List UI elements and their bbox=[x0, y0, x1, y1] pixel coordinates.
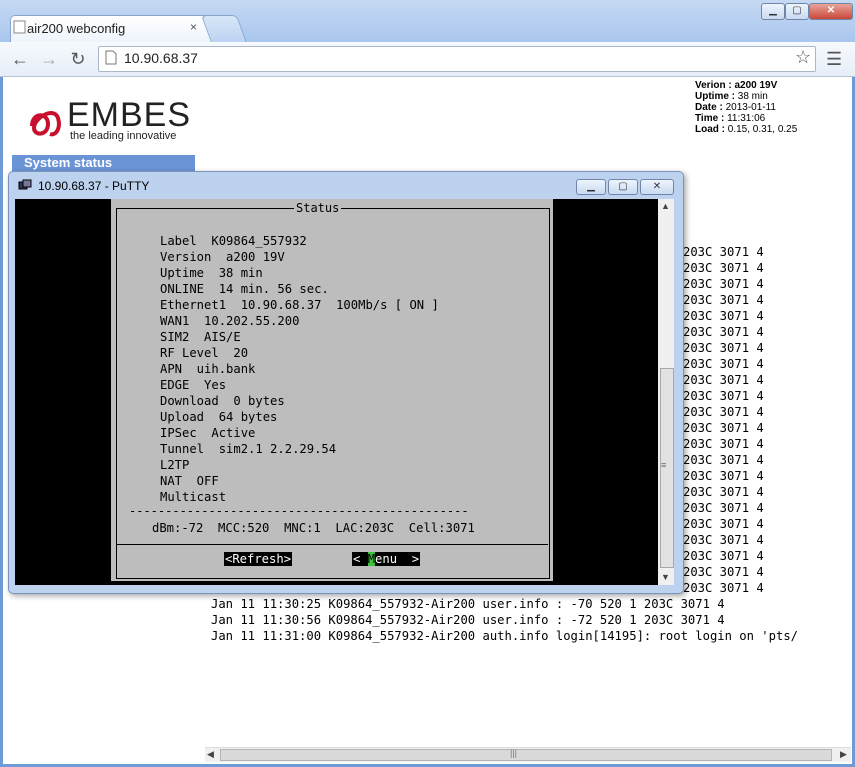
window-maximize-button[interactable]: ▢ bbox=[785, 3, 809, 20]
address-bar[interactable] bbox=[98, 46, 816, 72]
status-line: WAN1 10.202.55.200 bbox=[160, 314, 300, 328]
status-line: IPSec Active bbox=[160, 426, 256, 440]
status-line: Upload 64 bytes bbox=[160, 410, 278, 424]
status-line: Uptime 38 min bbox=[160, 266, 263, 280]
status-line: Version a200 19V bbox=[160, 250, 285, 264]
window-close-button[interactable]: ✕ bbox=[809, 3, 853, 20]
load-label: Load : bbox=[695, 124, 725, 135]
version-value: a200 19V bbox=[734, 80, 778, 91]
scroll-right-icon[interactable]: ▶ bbox=[840, 749, 847, 760]
status-list: Label K09864_557932 Version a200 19V Uptim… bbox=[160, 233, 439, 505]
load-value: 0.15, 0.31, 0.25 bbox=[727, 124, 798, 135]
tab-close-icon[interactable]: × bbox=[190, 20, 197, 34]
status-line: L2TP bbox=[160, 458, 190, 472]
window-minimize-button[interactable]: ▁ bbox=[761, 3, 785, 20]
date-value: 2013-01-11 bbox=[725, 102, 776, 113]
menu-hotkey: M bbox=[367, 552, 376, 566]
uptime-label: Uptime : bbox=[695, 91, 735, 102]
status-divider: ----------------------------------------… bbox=[129, 504, 469, 518]
status-line: Multicast bbox=[160, 490, 227, 504]
menu-button-suffix: enu > bbox=[375, 552, 420, 566]
version-label: Verion : bbox=[695, 80, 732, 91]
chrome-menu-icon[interactable]: ☰ bbox=[826, 49, 842, 70]
scroll-grip-icon: ||| bbox=[510, 748, 518, 758]
reload-icon[interactable]: ↻ bbox=[67, 48, 89, 70]
menu-button[interactable]: < Menu > bbox=[352, 552, 421, 566]
status-line: Ethernet1 10.90.68.37 100Mb/s [ ON ] bbox=[160, 298, 439, 312]
log-line: Jan 11 11:30:56 K09864_557932-Air200 use… bbox=[211, 613, 725, 627]
status-line: EDGE Yes bbox=[160, 378, 227, 392]
scroll-up-icon[interactable]: ▲ bbox=[661, 201, 670, 211]
cell-info: dBm:-72 MCC:520 MNC:1 LAC:203C Cell:3071 bbox=[152, 521, 475, 535]
putty-maximize-button[interactable]: ▢ bbox=[608, 179, 638, 195]
status-line: SIM2 AIS/E bbox=[160, 330, 241, 344]
logo-tagline: the leading innovative bbox=[70, 130, 177, 142]
status-line: Label K09864_557932 bbox=[160, 234, 307, 248]
scroll-left-icon[interactable]: ◀ bbox=[207, 749, 214, 760]
tab-title: air200 webconfig bbox=[27, 21, 126, 36]
status-dialog-title: Status bbox=[294, 201, 342, 215]
page-favicon-icon bbox=[13, 20, 26, 34]
status-line: APN uih.bank bbox=[160, 362, 256, 376]
status-line: Download 0 bytes bbox=[160, 394, 285, 408]
date-label: Date : bbox=[695, 102, 723, 113]
time-label: Time : bbox=[695, 113, 725, 124]
status-line: RF Level 20 bbox=[160, 346, 249, 360]
scroll-grip-icon: ≡ bbox=[661, 460, 667, 470]
log-line: Jan 11 11:30:25 K09864_557932-Air200 use… bbox=[211, 597, 725, 611]
url-text[interactable]: 10.90.68.37 bbox=[124, 50, 198, 66]
time-value: 11:31:06 bbox=[727, 113, 766, 124]
refresh-button[interactable]: <Refresh> bbox=[224, 552, 293, 566]
status-line: NAT OFF bbox=[160, 474, 219, 488]
status-line: Tunnel sim2.1 2.2.29.54 bbox=[160, 442, 337, 456]
button-separator bbox=[116, 544, 548, 545]
putty-title: 10.90.68.37 - PuTTY bbox=[38, 179, 150, 193]
forward-arrow-icon[interactable]: → bbox=[38, 48, 60, 70]
horizontal-scroll-thumb[interactable] bbox=[220, 749, 832, 761]
menu-button-prefix: < bbox=[353, 552, 368, 566]
scroll-down-icon[interactable]: ▼ bbox=[661, 572, 670, 582]
page-icon bbox=[105, 50, 117, 65]
putty-close-button[interactable]: ✕ bbox=[640, 179, 674, 195]
log-line: Jan 11 11:31:00 K09864_557932-Air200 aut… bbox=[211, 629, 798, 643]
putty-app-icon bbox=[18, 179, 32, 190]
uptime-value: 38 min bbox=[737, 91, 768, 102]
device-info-panel: Verion : a200 19V Uptime : 38 min Date :… bbox=[695, 80, 797, 135]
putty-minimize-button[interactable]: ▁ bbox=[576, 179, 606, 195]
back-arrow-icon[interactable]: ← bbox=[9, 48, 31, 70]
status-line: ONLINE 14 min. 56 sec. bbox=[160, 282, 329, 296]
bookmark-star-icon[interactable]: ☆ bbox=[795, 47, 811, 68]
